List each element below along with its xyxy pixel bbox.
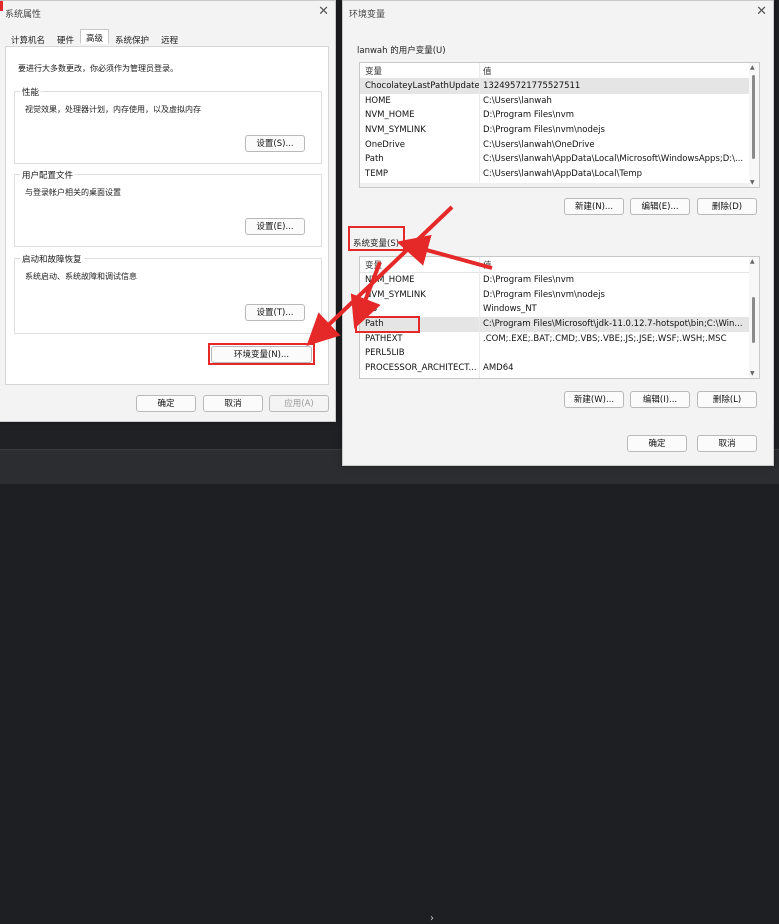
group-description: 系统启动、系统故障和调试信息 xyxy=(25,272,137,281)
system-edit-button[interactable]: 编辑(I)... xyxy=(630,391,690,408)
tab-hardware[interactable]: 硬件 xyxy=(51,31,80,46)
list-item[interactable]: TEMP C:\Users\lanwah\AppData\Local\Temp xyxy=(360,167,759,182)
user-new-button[interactable]: 新建(N)... xyxy=(564,198,624,215)
list-item[interactable]: NVM_SYMLINK D:\Program Files\nvm\nodejs xyxy=(360,288,759,303)
user-profile-group: 用户配置文件 与登录帐户相关的桌面设置 设置(E)... xyxy=(14,169,322,247)
user-delete-button[interactable]: 删除(D) xyxy=(697,198,757,215)
scroll-thumb[interactable] xyxy=(752,297,755,343)
window-title: 系统属性 xyxy=(5,10,42,20)
list-header: 变量 值 xyxy=(360,257,759,273)
chevron-right-icon[interactable]: › xyxy=(430,913,434,924)
title-bar: 系统属性 ✕ xyxy=(0,1,335,25)
scroll-down-icon[interactable]: ▼ xyxy=(750,370,755,377)
startup-recovery-group: 启动和故障恢复 系统启动、系统故障和调试信息 设置(T)... xyxy=(14,253,322,334)
tab-strip: 计算机名 硬件 高级 系统保护 远程 xyxy=(5,29,184,46)
environment-variables-dialog: 环境变量 ✕ lanwah 的用户变量(U) 变量 值 ChocolateyLa… xyxy=(342,0,774,466)
list-item[interactable]: PATHEXT .COM;.EXE;.BAT;.CMD;.VBS;.VBE;.JS… xyxy=(360,332,759,347)
title-bar: 环境变量 ✕ xyxy=(343,1,773,25)
tab-system-protection[interactable]: 系统保护 xyxy=(109,31,155,46)
scroll-thumb[interactable] xyxy=(752,75,755,159)
tab-computer-name[interactable]: 计算机名 xyxy=(5,31,51,46)
startup-settings-button[interactable]: 设置(T)... xyxy=(245,304,305,321)
column-header-variable[interactable]: 变量 xyxy=(365,65,382,77)
group-label: 性能 xyxy=(20,86,42,98)
column-divider xyxy=(479,257,480,378)
list-item[interactable]: PERL5LIB xyxy=(360,346,759,361)
cancel-button[interactable]: 取消 xyxy=(203,395,263,412)
column-header-value[interactable]: 值 xyxy=(483,65,492,77)
horizontal-scrollbar[interactable] xyxy=(360,183,749,187)
close-icon[interactable]: ✕ xyxy=(318,4,329,19)
column-header-variable[interactable]: 变量 xyxy=(365,259,382,271)
tab-advanced[interactable]: 高级 xyxy=(80,29,110,44)
group-description: 视觉效果，处理器计划，内存使用，以及虚拟内存 xyxy=(25,105,201,114)
scroll-up-icon[interactable]: ▲ xyxy=(750,258,755,265)
column-divider xyxy=(479,63,480,187)
apply-button[interactable]: 应用(A) xyxy=(269,395,329,412)
list-item[interactable]: OneDrive C:\Users\lanwah\OneDrive xyxy=(360,138,759,153)
list-item[interactable]: HOME C:\Users\lanwah xyxy=(360,94,759,109)
user-variables-list[interactable]: 变量 值 ChocolateyLastPathUpdate 13249572177… xyxy=(359,62,760,188)
annotation-highlight xyxy=(348,226,405,251)
close-icon[interactable]: ✕ xyxy=(756,4,767,19)
list-header: 变量 值 xyxy=(360,63,759,79)
group-label: 用户配置文件 xyxy=(20,169,76,181)
list-item[interactable]: Path C:\Users\lanwah\AppData\Local\Micros… xyxy=(360,152,759,167)
list-item[interactable]: NVM_HOME D:\Program Files\nvm xyxy=(360,108,759,123)
user-edit-button[interactable]: 编辑(E)... xyxy=(630,198,690,215)
scroll-down-icon[interactable]: ▼ xyxy=(750,179,755,186)
performance-settings-button[interactable]: 设置(S)... xyxy=(245,135,305,152)
column-header-value[interactable]: 值 xyxy=(483,259,492,271)
annotation-highlight xyxy=(355,316,420,333)
performance-group: 性能 视觉效果，处理器计划，内存使用，以及虚拟内存 设置(S)... xyxy=(14,86,322,164)
scroll-up-icon[interactable]: ▲ xyxy=(750,64,755,71)
list-item[interactable]: OS Windows_NT xyxy=(360,302,759,317)
system-new-button[interactable]: 新建(W)... xyxy=(564,391,624,408)
group-label: 启动和故障恢复 xyxy=(20,253,84,265)
list-item[interactable]: NVM_HOME D:\Program Files\nvm xyxy=(360,273,759,288)
window-title: 环境变量 xyxy=(349,10,386,20)
user-variables-label: lanwah 的用户变量(U) xyxy=(357,46,446,56)
list-item[interactable]: NVM_SYMLINK D:\Program Files\nvm\nodejs xyxy=(360,123,759,138)
ok-button[interactable]: 确定 xyxy=(627,435,687,452)
list-item[interactable]: PROCESSOR_ARCHITECT... AMD64 xyxy=(360,361,759,376)
annotation-mark xyxy=(0,1,3,11)
annotation-highlight xyxy=(208,343,315,365)
advanced-panel: 要进行大多数更改，你必须作为管理员登录。 性能 视觉效果，处理器计划，内存使用，… xyxy=(5,46,329,385)
system-delete-button[interactable]: 删除(L) xyxy=(697,391,757,408)
cancel-button[interactable]: 取消 xyxy=(697,435,757,452)
admin-notice: 要进行大多数更改，你必须作为管理员登录。 xyxy=(18,64,178,73)
vertical-scrollbar[interactable]: ▲ ▼ xyxy=(749,257,759,378)
system-properties-dialog: 系统属性 ✕ 计算机名 硬件 高级 系统保护 远程 要进行大多数更改，你必须作为… xyxy=(0,0,336,422)
list-item[interactable]: ChocolateyLastPathUpdate 1324957217755275… xyxy=(360,79,759,94)
user-profile-settings-button[interactable]: 设置(E)... xyxy=(245,218,305,235)
vertical-scrollbar[interactable]: ▲ ▼ xyxy=(749,63,759,187)
tab-remote[interactable]: 远程 xyxy=(155,31,184,46)
ok-button[interactable]: 确定 xyxy=(136,395,196,412)
group-description: 与登录帐户相关的桌面设置 xyxy=(25,188,121,197)
